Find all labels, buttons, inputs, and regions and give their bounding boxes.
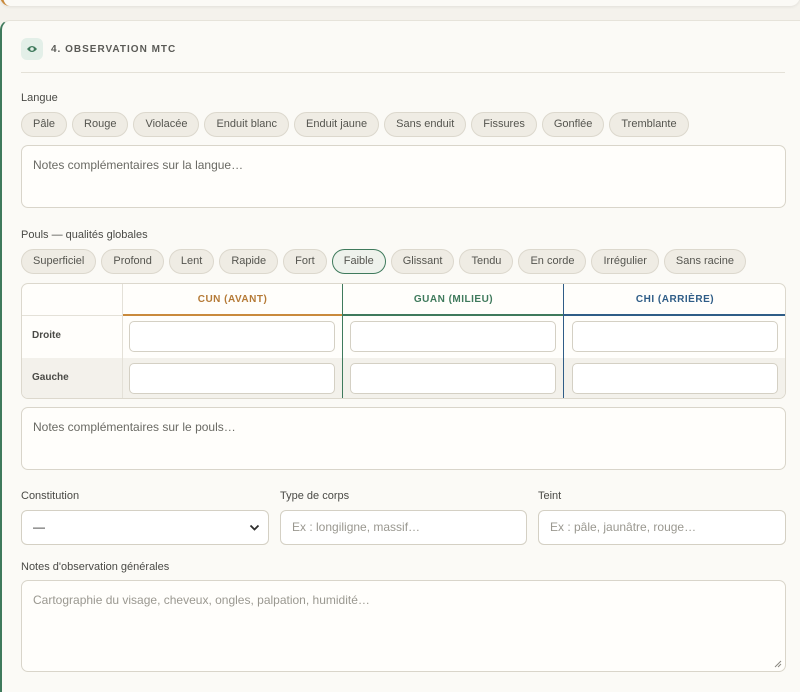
langue-chip-group: Pâle Rouge Violacée Enduit blanc Enduit …	[21, 112, 689, 137]
langue-chip[interactable]: Enduit jaune	[294, 112, 380, 137]
teint-input[interactable]: Ex : pâle, jaunâtre, rouge…	[538, 510, 786, 545]
langue-chip[interactable]: Sans enduit	[384, 112, 467, 137]
column-divider	[342, 284, 343, 398]
header-divider	[21, 72, 785, 73]
langue-label: Langue	[21, 92, 58, 104]
gauche-guan-input[interactable]	[350, 363, 556, 394]
gauche-cun-input[interactable]	[129, 363, 335, 394]
droite-guan-input[interactable]	[350, 321, 556, 352]
langue-chip[interactable]: Rouge	[72, 112, 129, 137]
table-corner	[22, 284, 122, 316]
pouls-chip-group: Superficiel Profond Lent Rapide Fort Fai…	[21, 249, 746, 274]
langue-notes-textarea[interactable]: Notes complémentaires sur la langue…	[21, 145, 786, 208]
notes-generales-placeholder: Cartographie du visage, cheveux, ongles,…	[33, 593, 370, 607]
langue-chip[interactable]: Enduit blanc	[204, 112, 289, 137]
gauche-chi-input[interactable]	[572, 363, 778, 394]
resize-handle-icon[interactable]	[773, 659, 782, 668]
pouls-chip[interactable]: Glissant	[390, 249, 455, 274]
table-row-gauche: Gauche	[22, 358, 785, 398]
column-divider	[122, 284, 123, 398]
pouls-chip[interactable]: Profond	[101, 249, 164, 274]
pouls-notes-textarea[interactable]: Notes complémentaires sur le pouls…	[21, 407, 786, 470]
column-divider	[563, 284, 564, 398]
langue-chip[interactable]: Pâle	[21, 112, 68, 137]
constitution-label: Constitution	[21, 490, 80, 502]
droite-chi-input[interactable]	[572, 321, 778, 352]
langue-chip[interactable]: Fissures	[471, 112, 537, 137]
pouls-chip[interactable]: En corde	[518, 249, 587, 274]
column-header-cun: CUN (AVANT)	[122, 284, 343, 316]
pouls-label: Pouls — qualités globales	[21, 229, 148, 241]
table-row-droite: Droite	[22, 316, 785, 358]
notes-generales-label: Notes d'observation générales	[21, 561, 170, 573]
pulse-position-table: Droite Gauche CUN (AVANT) GUAN (MILIEU) …	[21, 283, 786, 399]
section-title: 4. OBSERVATION MTC	[51, 43, 177, 55]
row-label-droite: Droite	[32, 330, 61, 341]
column-header-chi: CHI (ARRIÈRE)	[564, 284, 785, 316]
pouls-chip[interactable]: Irrégulier	[591, 249, 659, 274]
pouls-chip[interactable]: Rapide	[219, 249, 279, 274]
pouls-chip[interactable]: Tendu	[459, 249, 514, 274]
type-corps-input[interactable]: Ex : longiligne, massif…	[280, 510, 527, 545]
section-header: 4. OBSERVATION MTC	[21, 38, 176, 60]
eye-icon	[21, 38, 43, 60]
langue-chip[interactable]: Gonflée	[541, 112, 605, 137]
column-header-guan: GUAN (MILIEU)	[343, 284, 564, 316]
langue-chip[interactable]: Violacée	[133, 112, 200, 137]
droite-cun-input[interactable]	[129, 321, 335, 352]
chevron-down-icon	[249, 524, 260, 531]
pouls-chip[interactable]: Fort	[283, 249, 327, 274]
langue-chip[interactable]: Tremblante	[609, 112, 689, 137]
type-corps-label: Type de corps	[280, 490, 350, 502]
constitution-selected-value: —	[33, 520, 45, 534]
pouls-chip[interactable]: Lent	[168, 249, 215, 274]
pouls-chip[interactable]: Sans racine	[663, 249, 746, 274]
previous-section-card	[0, 0, 800, 6]
teint-label: Teint	[538, 490, 562, 502]
pouls-chip-active[interactable]: Faible	[331, 249, 386, 274]
row-label-gauche: Gauche	[32, 372, 69, 383]
notes-generales-textarea[interactable]: Cartographie du visage, cheveux, ongles,…	[21, 580, 786, 672]
constitution-select[interactable]: —	[21, 510, 269, 545]
pouls-chip[interactable]: Superficiel	[21, 249, 97, 274]
